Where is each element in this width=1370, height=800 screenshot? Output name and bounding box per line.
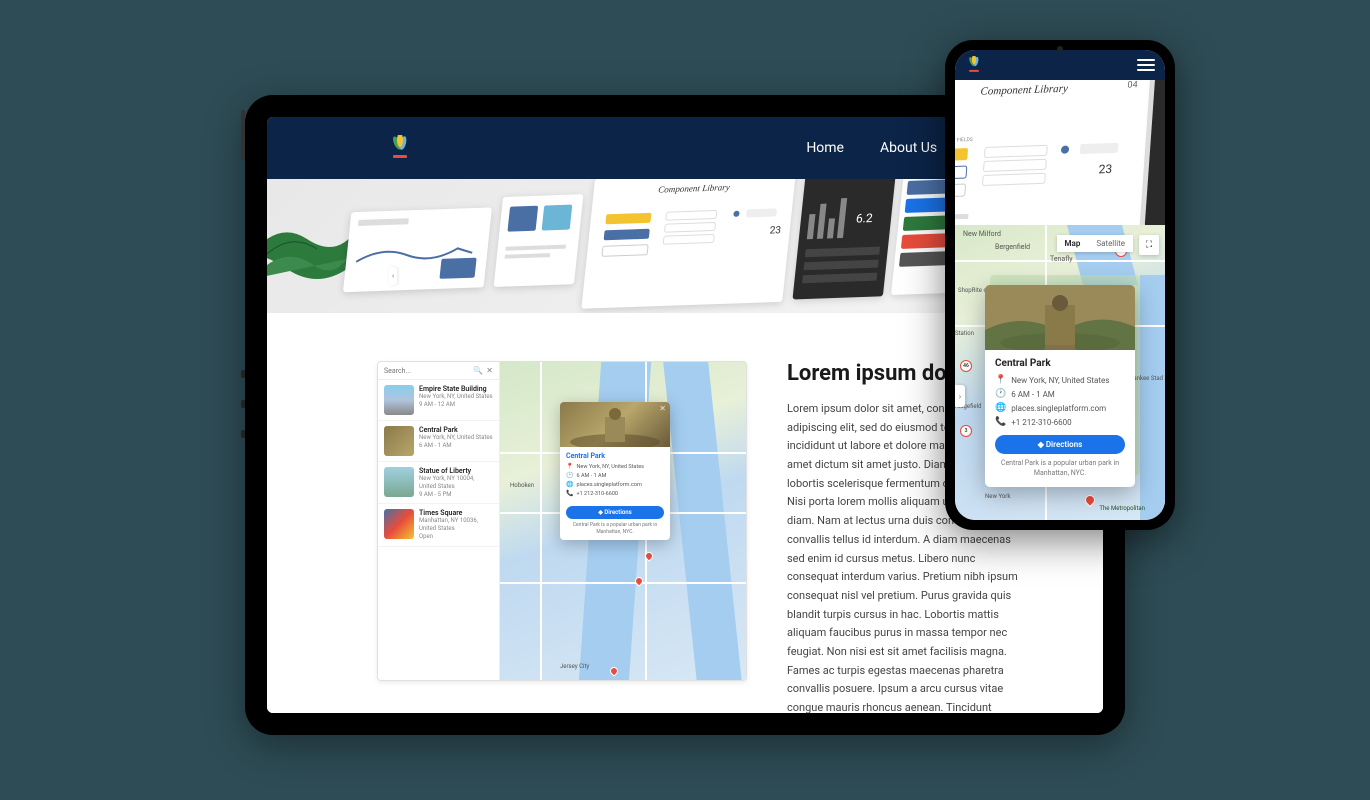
brand-logo (387, 135, 413, 161)
poi-thumb (384, 467, 414, 497)
map-label: Tenafly (1050, 255, 1073, 263)
poi-thumb (384, 426, 414, 456)
poi-thumb (384, 509, 414, 539)
poi-address: New York, NY, United States (419, 434, 493, 442)
hero-card-num: 04 (1127, 80, 1138, 90)
highway-shield: 3 (960, 425, 972, 437)
svg-text:BUTTONS & INPUT FIELDS: BUTTONS & INPUT FIELDS (955, 137, 973, 145)
search-bar: 🔍 ✕ (378, 362, 499, 380)
svg-text:23: 23 (769, 225, 781, 236)
brand-logo (965, 56, 983, 74)
poi-item-liberty[interactable]: Statue of Liberty New York, NY 10004, Un… (378, 462, 499, 504)
poi-title: Times Square (419, 509, 493, 517)
fullscreen-button[interactable]: ⛶ (1139, 235, 1159, 255)
hamburger-menu[interactable] (1137, 59, 1155, 71)
map-canvas[interactable]: Hoboken Jersey City ✕ Central Park 📍New … (500, 362, 746, 680)
map-label: New York (985, 493, 1010, 500)
info-card-image: ✕ (560, 402, 670, 447)
info-phone: +1 212-310-6600 (576, 491, 618, 497)
tablet-vol-button (241, 370, 245, 378)
info-hours: 6 AM - 1 AM (1011, 390, 1055, 399)
map-type-toggle: Map Satellite (1057, 235, 1133, 252)
map-type-satellite[interactable]: Satellite (1088, 235, 1133, 252)
poi-title: Statue of Liberty (419, 467, 493, 475)
phone-camera (1057, 46, 1063, 52)
poi-title: Empire State Building (419, 385, 493, 393)
poi-hours: 6 AM - 1 AM (419, 442, 493, 450)
tablet-vol-button (241, 430, 245, 438)
poi-hours: 9 AM - 5 PM (419, 491, 493, 499)
poi-address: New York, NY, United States (419, 393, 493, 401)
info-card-title: Central Park (995, 358, 1125, 369)
map-type-map[interactable]: Map (1057, 235, 1089, 252)
phone-map-canvas[interactable]: New Milford Bergenfield Tenafly Englewoo… (955, 225, 1165, 520)
phone-screen: Component Library 04 BUTTONS & INPUT FIE… (955, 50, 1165, 520)
poi-hours: 9 AM - 12 AM (419, 401, 493, 409)
info-card: ✕ Central Park 📍New York, NY, United Sta… (560, 402, 670, 540)
poi-list: Empire State Building New York, NY, Unit… (378, 380, 499, 680)
poi-sidebar: 🔍 ✕ Empire State Building New York, NY, … (378, 362, 500, 680)
directions-button[interactable]: ◆ Directions (995, 435, 1125, 454)
directions-button[interactable]: ◆ Directions (566, 506, 664, 519)
poi-item-times[interactable]: Times Square Manhattan, NY 10036, United… (378, 504, 499, 546)
clock-icon: 🕐 (995, 389, 1006, 399)
info-website: places.singleplatform.com (576, 482, 641, 488)
svg-text:6.2: 6.2 (855, 211, 873, 226)
nav-about[interactable]: About Us (880, 140, 937, 156)
poi-title: Central Park (419, 426, 493, 434)
close-icon[interactable]: ✕ (659, 404, 666, 413)
tablet-vol-button (241, 400, 245, 408)
search-icon[interactable]: 🔍 (473, 366, 483, 375)
map-panel: 🔍 ✕ Empire State Building New York, NY, … (377, 361, 747, 681)
poi-address: New York, NY 10004, United States (419, 475, 493, 491)
phone-hero: Component Library 04 BUTTONS & INPUT FIE… (955, 80, 1165, 225)
pin-icon: 📍 (566, 463, 573, 470)
info-description: Central Park is a popular urban park in … (566, 522, 664, 535)
search-input[interactable] (384, 367, 473, 375)
globe-icon: 🌐 (995, 403, 1006, 413)
map-label: The Metropolitan (1099, 505, 1145, 512)
poi-item-central[interactable]: Central Park New York, NY, United States… (378, 421, 499, 462)
svg-text:23: 23 (1098, 162, 1112, 176)
highway-shield: 46 (960, 360, 972, 372)
pin-icon: 📍 (995, 375, 1006, 385)
poi-hours: Open (419, 533, 493, 541)
info-address: New York, NY, United States (1011, 376, 1109, 385)
clock-icon: 🕐 (566, 472, 573, 479)
info-card-image (985, 285, 1135, 350)
globe-icon: 🌐 (566, 481, 573, 488)
info-website: places.singleplatform.com (1011, 404, 1106, 413)
map-label: Bergenfield (995, 243, 1030, 251)
info-description: Central Park is a popular urban park in … (995, 459, 1125, 479)
map-pin[interactable] (1083, 493, 1097, 507)
tablet-side-button (241, 110, 245, 160)
nav-home[interactable]: Home (806, 140, 844, 156)
poi-thumb (384, 385, 414, 415)
poi-address: Manhattan, NY 10036, United States (419, 517, 493, 533)
phone-navbar (955, 50, 1165, 80)
map-label: Station (955, 330, 974, 337)
clear-icon[interactable]: ✕ (486, 366, 493, 375)
info-card-title: Central Park (566, 452, 664, 460)
info-phone: +1 212-310-6600 (1011, 418, 1071, 427)
map-label: New Milford (963, 230, 1001, 238)
phone-frame: Component Library 04 BUTTONS & INPUT FIE… (945, 40, 1175, 530)
phone-icon: 📞 (995, 417, 1006, 427)
phone-info-card: Central Park 📍 New York, NY, United State… (985, 285, 1135, 487)
info-address: New York, NY, United States (576, 464, 643, 470)
sidebar-expand[interactable]: › (955, 385, 965, 407)
poi-item-empire[interactable]: Empire State Building New York, NY, Unit… (378, 380, 499, 421)
info-hours: 6 AM - 1 AM (576, 473, 606, 479)
phone-icon: 📞 (566, 490, 573, 497)
